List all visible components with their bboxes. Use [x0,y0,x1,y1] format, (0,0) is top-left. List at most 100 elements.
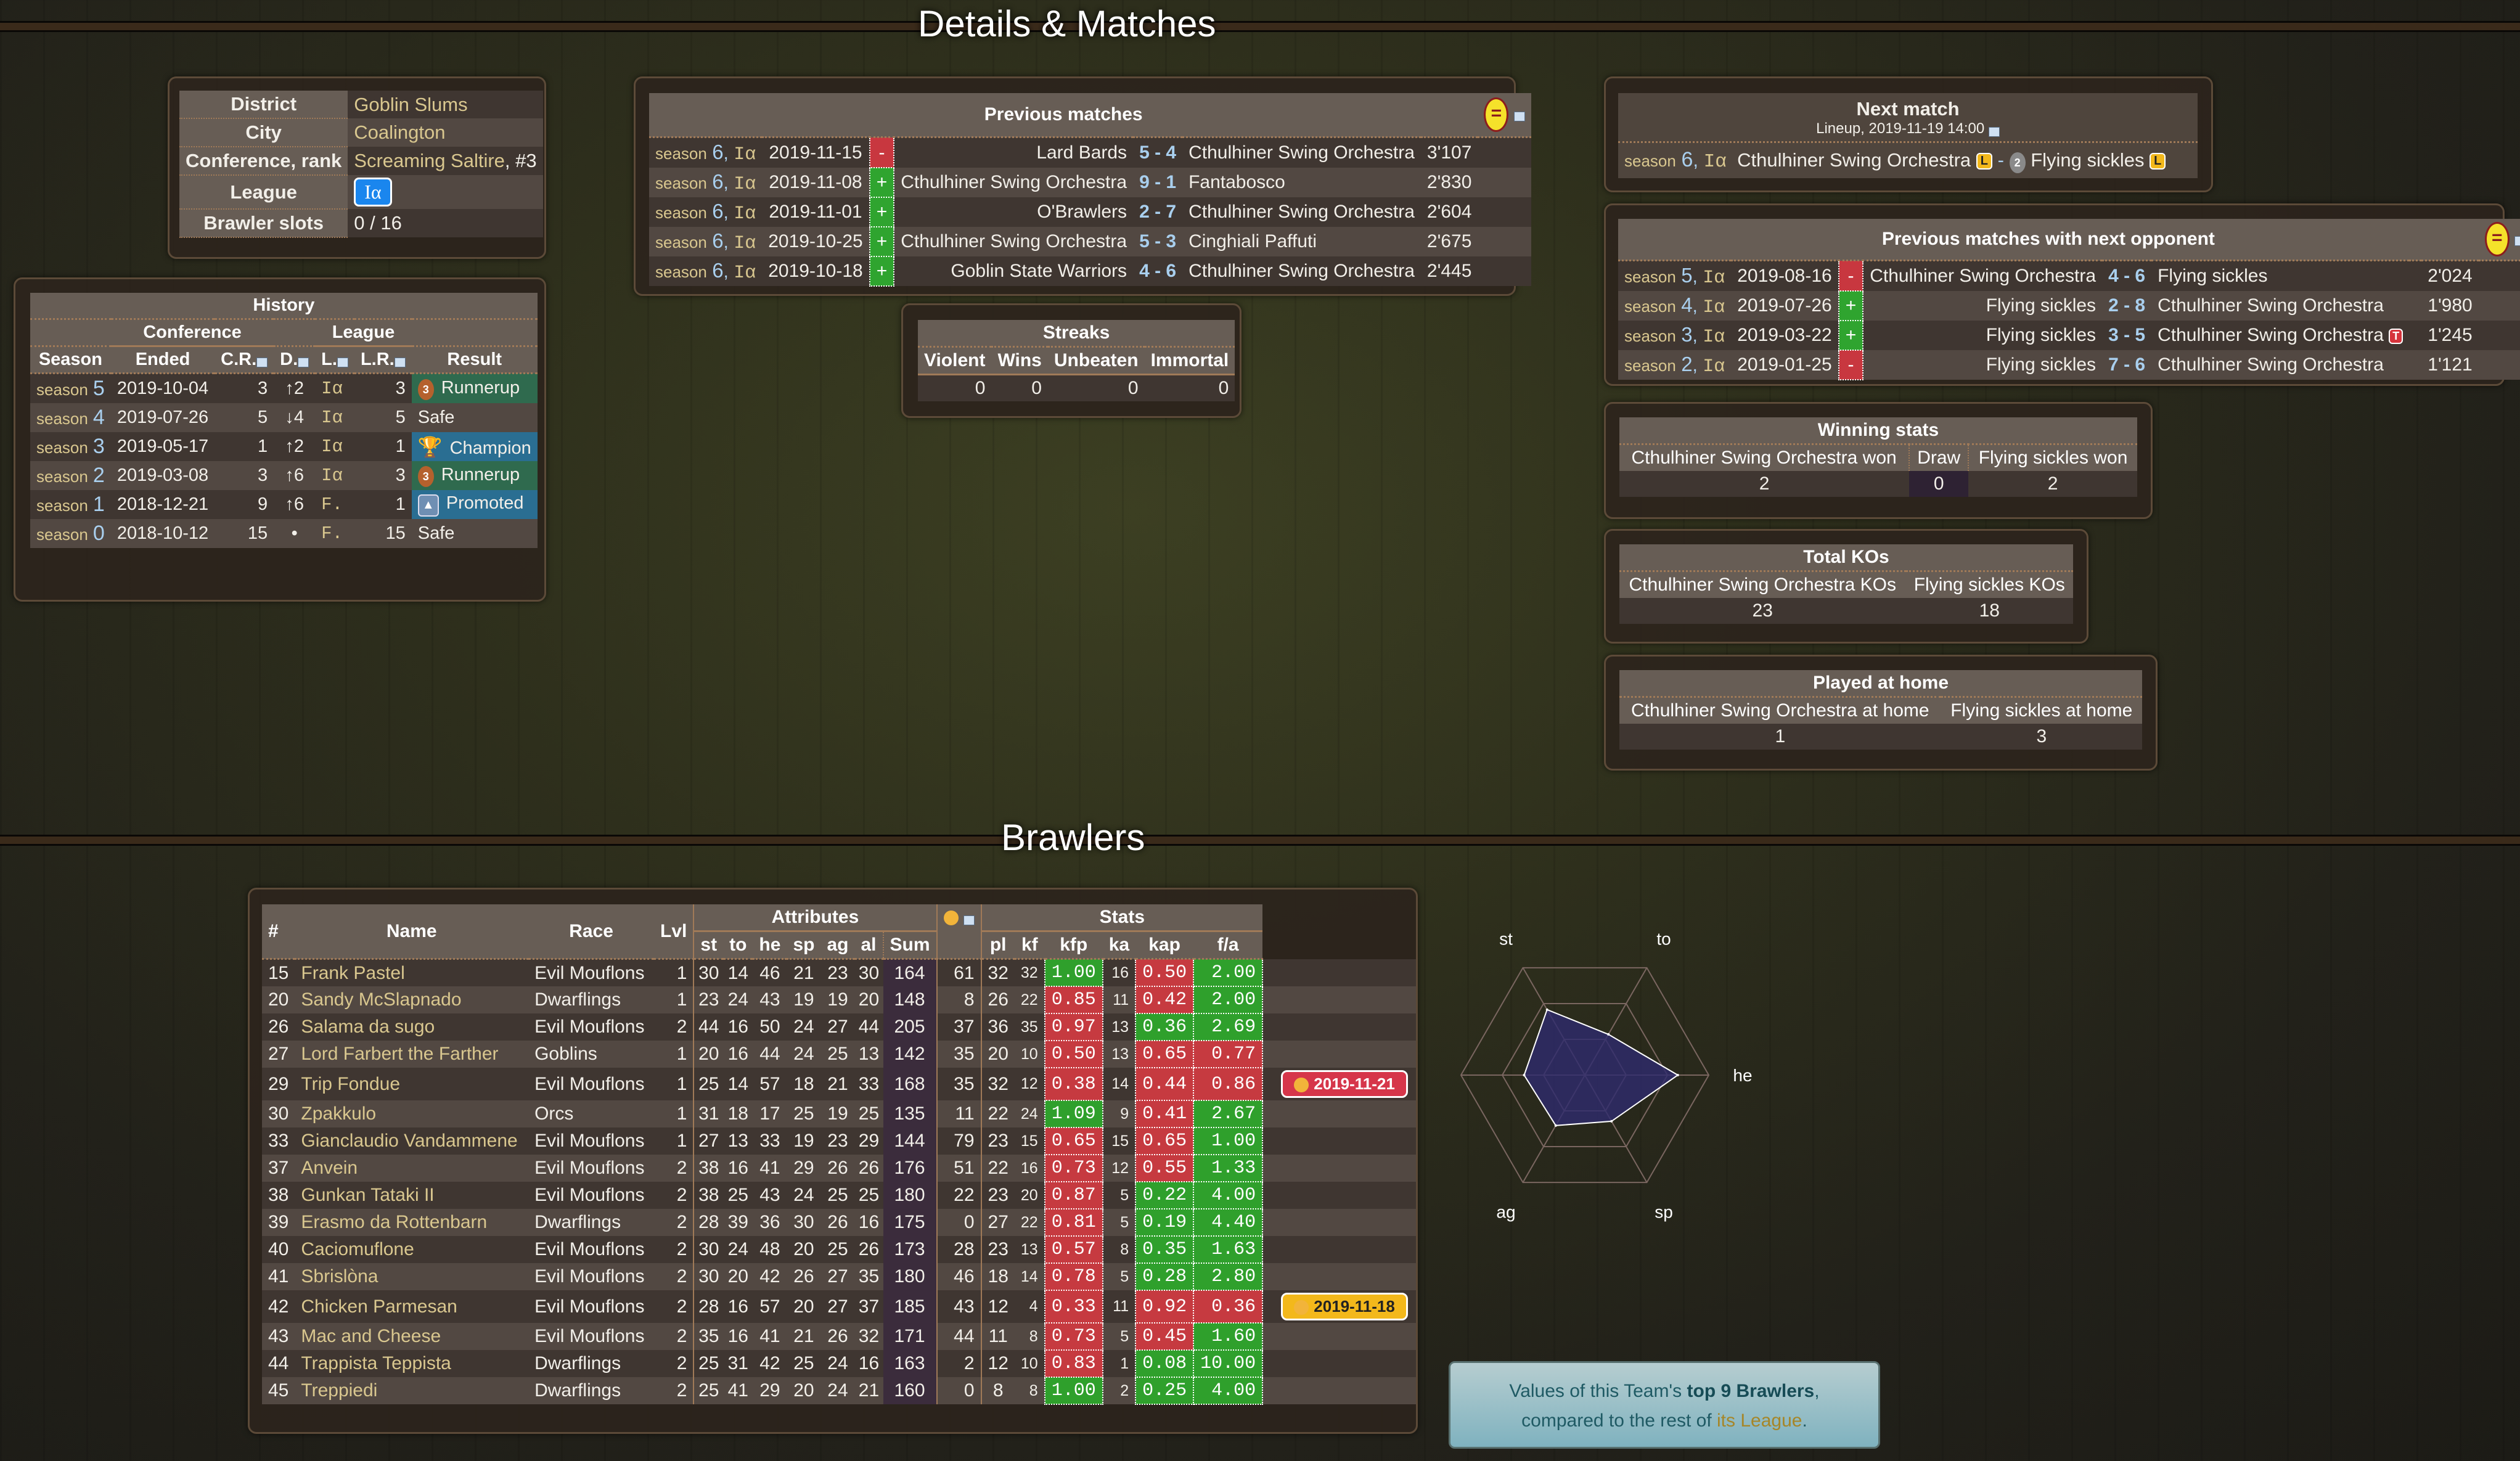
history-season[interactable]: season 1 [30,490,111,519]
col-attr-he[interactable]: he [753,931,787,960]
col-stat-pl[interactable]: pl [980,931,1015,960]
brawler-row[interactable]: 26 Salama da sugo Evil Mouflons 2 44 16 50 24 27… [262,1013,1416,1041]
brawler-row[interactable]: 40 Caciomuflone Evil Mouflons 2 30 24 48 20 25 26… [262,1235,1416,1264]
brawler-row[interactable]: 39 Erasmo da Rottenbarn Dwarflings 2 28 39 36 3… [262,1208,1416,1237]
match-score[interactable]: 4 - 6 [1133,256,1183,286]
brawler-name[interactable]: Sbrislòna [295,1263,529,1290]
col-lvl[interactable]: Lvl [654,904,694,960]
match-row[interactable]: season 5, Iα 2019-08-16- Cthulhiner Swing … [1618,260,2520,292]
col-attr-st[interactable]: st [693,931,724,960]
brawler-name[interactable]: Trappista Teppista [295,1350,529,1377]
match-home-team[interactable]: Cthulhiner Swing Orchestra [1863,260,2103,291]
match-score[interactable]: 5 - 3 [1133,227,1183,256]
match-home-team[interactable]: O'Brawlers [894,197,1134,227]
brawler-row[interactable]: 38 Gunkan Tataki II Evil Mouflons 2 38 25 43 24… [262,1181,1416,1209]
history-season[interactable]: season 4 [30,403,111,432]
match-row[interactable]: season 6, Iα 2019-10-25 + Cthulhiner Swing … [649,226,1531,257]
match-row[interactable]: season 6, Iα 2019-11-15- Lard Bards 5 - 4 Ct… [649,136,1531,168]
next-match-subtitle[interactable]: Lineup, 2019-11-19 14:00 [1816,120,1984,137]
conference-link[interactable]: Screaming Saltire [354,150,505,171]
brawler-name[interactable]: Gunkan Tataki II [295,1182,529,1209]
brawler-row[interactable]: 29 Trip Fondue Evil Mouflons 1 25 14 57 18 21 33 1… [262,1067,1416,1101]
match-row[interactable]: season 6, Iα 2019-11-08 + Cthulhiner Swing … [649,167,1531,198]
balance-icon[interactable]: = [1484,97,1509,132]
match-row[interactable]: season 6, Iα 2019-11-01 + O'Brawlers 2 - 7 Ct… [649,197,1531,227]
brawler-row[interactable]: 37 Anvein Evil Mouflons 2 38 16 41 29 26 26 176 51 2… [262,1154,1416,1182]
next-match-home-team[interactable]: Cthulhiner Swing Orchestra [1737,149,1971,171]
brawler-name[interactable]: Mac and Cheese [295,1323,529,1350]
help-book-icon[interactable]: i [963,915,975,925]
balance-icon[interactable]: = [2484,222,2510,256]
col-num[interactable]: # [262,904,295,960]
brawler-row[interactable]: 43 Mac and Cheese Evil Mouflons 2 35 16 41 21 26… [262,1322,1416,1351]
brawler-name[interactable]: Caciomuflone [295,1236,529,1263]
help-book-icon[interactable]: i [298,358,309,368]
help-book-icon[interactable]: i [337,358,348,368]
next-match-away-team[interactable]: Flying sickles [2031,149,2144,171]
brawler-name[interactable]: Frank Pastel [295,959,529,986]
help-book-icon[interactable]: i [2514,236,2520,246]
injury-badge[interactable]: 2019-11-18 [1281,1293,1408,1320]
match-home-team[interactable]: Lard Bards [894,137,1134,168]
match-row[interactable]: season 6, Iα 2019-10-18 + Goblin State Warr… [649,256,1531,287]
brawler-name[interactable]: Salama da sugo [295,1013,529,1041]
match-score[interactable]: 5 - 4 [1133,137,1183,168]
match-row[interactable]: season 4, Iα 2019-07-26 + Flying sickles 2 -… [1618,290,2520,321]
col-stat-kfp[interactable]: kfp [1044,931,1103,960]
history-season[interactable]: season 0 [30,519,111,548]
match-score[interactable]: 7 - 6 [2102,350,2152,380]
help-book-icon[interactable]: i [394,358,406,368]
brawler-name[interactable]: Gianclaudio Vandammene [295,1127,529,1155]
match-home-team[interactable]: Flying sickles [1863,350,2103,380]
match-home-team[interactable]: Goblin State Warriors [894,256,1134,286]
brawler-name[interactable]: Chicken Parmesan [295,1290,529,1323]
brawler-row[interactable]: 45 Treppiedi Dwarflings 2 25 41 29 20 24 21 160 0 8 8… [262,1377,1416,1405]
col-stat-fa[interactable]: f/a [1193,931,1263,960]
col-stat-kap[interactable]: kap [1135,931,1194,960]
history-league[interactable]: Iα [315,432,354,461]
brawler-row[interactable]: 15 Frank Pastel Evil Mouflons 1 30 14 46 21 23 30… [262,958,1416,987]
history-league[interactable]: Iα [315,461,354,490]
col-name[interactable]: Name [295,904,529,960]
match-score[interactable]: 4 - 6 [2102,260,2152,291]
col-attr-ag[interactable]: ag [820,931,855,960]
brawler-name[interactable]: Erasmo da Rottenbarn [295,1209,529,1236]
brawler-row[interactable]: 33 Gianclaudio Vandammene Evil Mouflons 1 27… [262,1127,1416,1155]
match-score[interactable]: 2 - 8 [2102,291,2152,321]
match-score[interactable]: 3 - 5 [2102,321,2152,350]
history-season[interactable]: season 3 [30,432,111,461]
match-row[interactable]: season 2, Iα 2019-01-25- Flying sickles 7 -… [1618,350,2520,380]
brawler-row[interactable]: 41 Sbrislòna Evil Mouflons 2 30 20 42 26 27 35 180… [262,1263,1416,1291]
col-stat-ka[interactable]: ka [1102,931,1136,960]
league-badge[interactable]: Iα [354,178,392,207]
district-link[interactable]: Goblin Slums [354,94,467,115]
match-row[interactable]: season 3, Iα 2019-03-22 + Flying sickles 3 -… [1618,320,2520,351]
brawler-name[interactable]: Anvein [295,1155,529,1182]
brawler-name[interactable]: Zpakkulo [295,1100,529,1127]
brawler-row[interactable]: 30 Zpakkulo Orcs 1 31 18 17 25 19 25 135 11 22 24 1.09… [262,1100,1416,1128]
brawler-name[interactable]: Sandy McSlapnado [295,986,529,1013]
city-link[interactable]: Coalington [354,121,445,143]
next-match-row[interactable]: season 6, Iα Cthulhiner Swing Orchestra … [1618,143,2198,178]
injury-badge[interactable]: 2019-11-21 [1281,1070,1408,1098]
brawler-row[interactable]: 42 Chicken Parmesan Evil Mouflons 2 28 16 57 20… [262,1290,1416,1324]
help-book-icon[interactable]: i [1988,127,2000,137]
match-score[interactable]: 9 - 1 [1133,168,1183,197]
help-book-icon[interactable]: i [256,358,268,368]
col-attr-to[interactable]: to [723,931,753,960]
brawler-row[interactable]: 44 Trappista Teppista Dwarflings 2 25 31 42 25 2… [262,1349,1416,1378]
history-league[interactable]: F. [315,519,354,548]
col-attr-sp[interactable]: sp [787,931,821,960]
history-league[interactable]: F. [315,490,354,519]
match-home-team[interactable]: Cthulhiner Swing Orchestra [894,227,1134,256]
col-race[interactable]: Race [528,904,655,960]
brawler-name[interactable]: Trip Fondue [295,1068,529,1100]
history-season[interactable]: season 5 [30,373,111,403]
col-attr-sum[interactable]: Sum [882,931,937,960]
match-score[interactable]: 2 - 7 [1133,197,1183,227]
brawler-row[interactable]: 20 Sandy McSlapnado Dwarflings 1 23 24 43 19 19 2… [262,986,1416,1014]
brawler-row[interactable]: 27 Lord Farbert the Farther Goblins 1 20 16 44… [262,1040,1416,1068]
history-league[interactable]: Iα [315,373,354,403]
col-attr-al[interactable]: al [854,931,883,960]
match-home-team[interactable]: Flying sickles [1863,321,2103,350]
